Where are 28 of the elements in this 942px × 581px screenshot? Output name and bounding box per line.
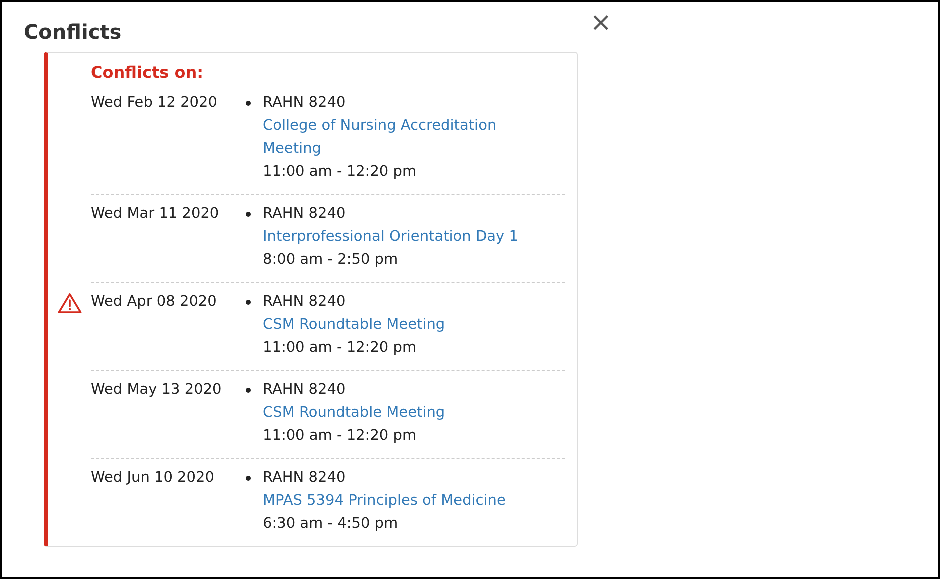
close-button[interactable]: × — [588, 10, 614, 36]
room-name: RAHN 8240 — [263, 381, 347, 400]
event-link[interactable]: Interprofessional Orientation Day 1 — [263, 226, 533, 249]
conflict-date: Wed Jun 10 2020 — [91, 469, 216, 488]
event-time: 11:00 am - 12:20 pm — [263, 163, 418, 182]
bullet-icon — [246, 476, 251, 481]
conflict-date: Wed Feb 12 2020 — [91, 94, 218, 113]
conflict-date: Wed Mar 11 2020 — [91, 205, 220, 224]
event-link[interactable]: CSM Roundtable Meeting — [263, 402, 533, 425]
conflicts-heading: Conflicts on: — [91, 62, 204, 84]
room-name: RAHN 8240 — [263, 469, 347, 488]
bullet-icon — [246, 300, 251, 305]
event-time: 8:00 am - 2:50 pm — [263, 251, 400, 270]
event-time: 6:30 am - 4:50 pm — [263, 515, 400, 534]
room-name: RAHN 8240 — [263, 293, 347, 312]
bullet-icon — [246, 388, 251, 393]
event-link[interactable]: College of Nursing Accreditation Meeting — [263, 115, 533, 161]
conflict-date: Wed Apr 08 2020 — [91, 293, 218, 312]
dialog-title: Conflicts — [24, 19, 122, 44]
event-link[interactable]: CSM Roundtable Meeting — [263, 314, 533, 337]
event-link[interactable]: MPAS 5394 Principles of Medicine — [263, 490, 533, 513]
bullet-icon — [246, 212, 251, 217]
room-name: RAHN 8240 — [263, 205, 347, 224]
conflict-date: Wed May 13 2020 — [91, 381, 223, 400]
room-name: RAHN 8240 — [263, 94, 347, 113]
event-time: 11:00 am - 12:20 pm — [263, 339, 418, 358]
event-time: 11:00 am - 12:20 pm — [263, 427, 418, 446]
bullet-icon — [246, 101, 251, 106]
